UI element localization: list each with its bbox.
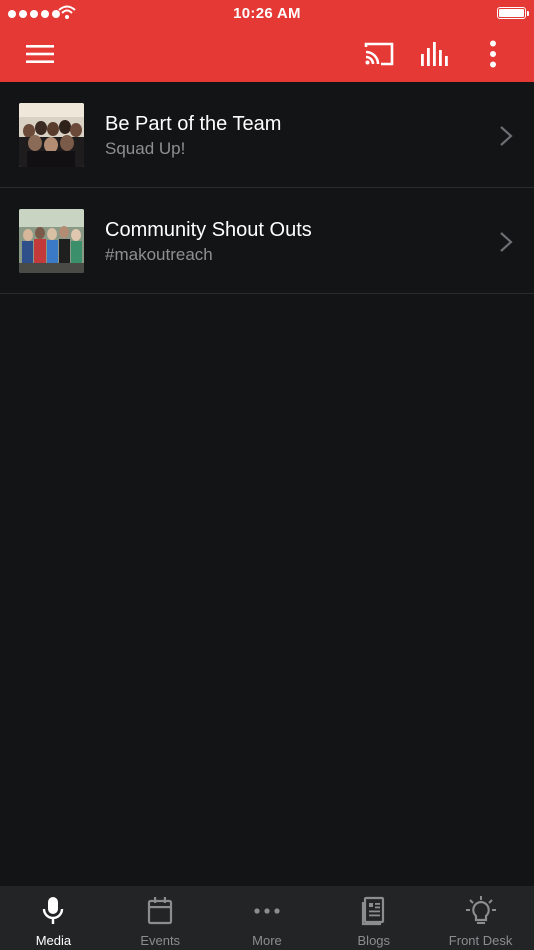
microphone-icon bbox=[43, 897, 64, 924]
tab-blogs[interactable]: Blogs bbox=[320, 886, 427, 950]
more-vertical-icon[interactable] bbox=[478, 38, 508, 70]
newspaper-icon bbox=[361, 896, 384, 926]
list-item-subtitle: Squad Up! bbox=[105, 139, 186, 158]
bottom-tab-bar: Media Events More Blogs Front Desk bbox=[0, 886, 534, 950]
list-item[interactable]: Be Part of the Team Squad Up! bbox=[0, 82, 534, 188]
cast-icon[interactable] bbox=[359, 38, 399, 70]
calendar-icon bbox=[148, 897, 173, 925]
equalizer-icon[interactable] bbox=[416, 38, 456, 70]
status-time: 10:26 AM bbox=[233, 5, 301, 22]
tab-media[interactable]: Media bbox=[0, 886, 107, 950]
battery-icon bbox=[497, 7, 529, 19]
tab-front-desk[interactable]: Front Desk bbox=[427, 886, 534, 950]
tab-label: Media bbox=[35, 933, 72, 948]
chevron-right-icon bbox=[500, 232, 513, 252]
content-list: Be Part of the Team Squad Up! Community … bbox=[0, 82, 534, 294]
chevron-right-icon bbox=[500, 126, 513, 146]
app-header: 10:26 AM bbox=[0, 0, 534, 82]
list-item[interactable]: Community Shout Outs #makoutreach bbox=[0, 188, 534, 294]
list-item-title: Be Part of the Team bbox=[105, 113, 282, 135]
tab-label: Events bbox=[140, 933, 181, 948]
tab-more[interactable]: More bbox=[214, 886, 321, 950]
list-item-subtitle: #makoutreach bbox=[105, 245, 213, 264]
hamburger-menu-icon[interactable] bbox=[20, 38, 60, 70]
status-bar: 10:26 AM bbox=[0, 0, 534, 28]
tab-events[interactable]: Events bbox=[107, 886, 214, 950]
list-item-title: Community Shout Outs bbox=[105, 219, 312, 241]
tab-label: Front Desk bbox=[448, 933, 513, 948]
more-horizontal-icon bbox=[254, 908, 280, 914]
community-photo-thumbnail bbox=[19, 209, 84, 273]
team-photo-thumbnail bbox=[19, 103, 84, 167]
tab-label: Blogs bbox=[357, 933, 391, 948]
lightbulb-icon bbox=[465, 896, 496, 924]
tab-label: More bbox=[252, 933, 282, 948]
